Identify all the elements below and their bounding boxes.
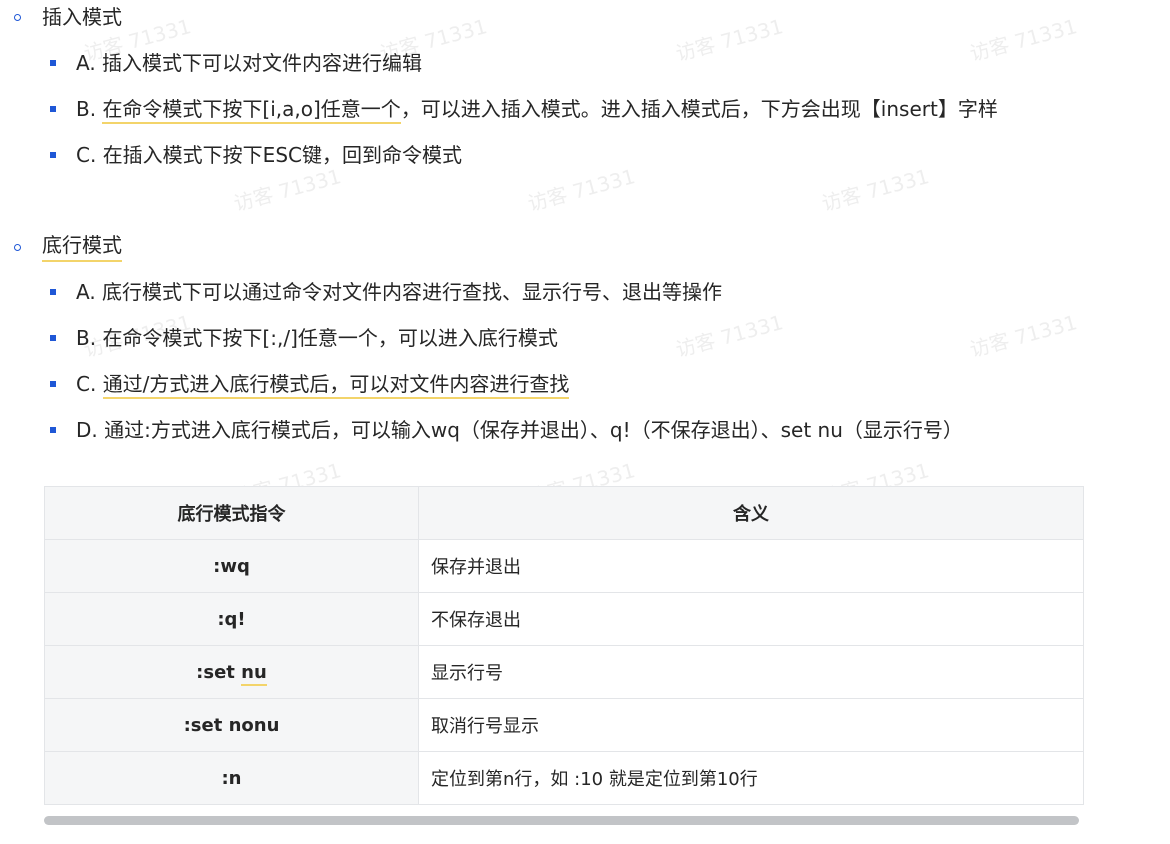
command-table-container: 底行模式指令 含义 :wq 保存并退出 :q! 不保存退出 :set nu 显示… <box>44 486 1084 805</box>
list-item-text: A. 底行模式下可以通过命令对文件内容进行查找、显示行号、退出等操作 <box>76 277 722 307</box>
item-prefix: A. <box>76 280 96 304</box>
insert-mode-heading: 插入模式 <box>0 2 300 32</box>
square-bullet-icon <box>50 106 56 112</box>
meaning-cell: 定位到第n行，如 :10 就是定位到第10行 <box>418 751 1084 805</box>
item-body: 在插入模式下按下ESC键，回到命令模式 <box>102 143 462 167</box>
item-body: 在命令模式下按下[:,/]任意一个，可以进入底行模式 <box>102 326 558 350</box>
list-item: B. 在命令模式下按下[:,/]任意一个，可以进入底行模式 <box>0 323 1170 353</box>
list-item-text: B. 在命令模式下按下[:,/]任意一个，可以进入底行模式 <box>76 323 558 353</box>
item-prefix: C. <box>76 372 97 396</box>
hollow-bullet-icon <box>14 14 21 21</box>
square-bullet-icon <box>50 427 56 433</box>
item-prefix: B. <box>76 326 97 350</box>
section-title: 插入模式 <box>42 5 122 29</box>
table-header-row: 底行模式指令 含义 <box>44 486 1084 540</box>
command-cell: :set nu <box>44 645 419 699</box>
item-body: 通过:方式进入底行模式后，可以输入wq（保存并退出）、q!（不保存退出）、set… <box>104 418 963 442</box>
highlighted-text[interactable]: nu <box>241 661 267 686</box>
item-prefix: D. <box>76 418 98 442</box>
table-header-meaning: 含义 <box>418 486 1084 540</box>
list-item-text: A. 插入模式下可以对文件内容进行编辑 <box>76 48 422 78</box>
list-item-text: B. 在命令模式下按下[i,a,o]任意一个，可以进入插入模式。进入插入模式后，… <box>76 94 998 124</box>
document-page: 访客 71331 访客 71331 访客 71331 访客 71331 访客 7… <box>0 0 1170 844</box>
item-body: ，可以进入插入模式。进入插入模式后，下方会出现【insert】字样 <box>400 97 998 121</box>
square-bullet-icon <box>50 289 56 295</box>
meaning-cell: 保存并退出 <box>418 539 1084 593</box>
command-prefix: :set <box>196 661 242 683</box>
command-cell: :set nonu <box>44 698 419 752</box>
command-cell: :wq <box>44 539 419 593</box>
meaning-cell: 显示行号 <box>418 645 1084 699</box>
item-prefix: C. <box>76 143 97 167</box>
highlighted-text[interactable]: 在命令模式下按下[i,a,o]任意一个 <box>102 97 401 124</box>
hollow-bullet-icon <box>14 244 21 251</box>
meaning-cell: 取消行号显示 <box>418 698 1084 752</box>
item-body: 插入模式下可以对文件内容进行编辑 <box>102 51 423 75</box>
square-bullet-icon <box>50 335 56 341</box>
table-row: :q! 不保存退出 <box>44 592 1084 646</box>
section-title[interactable]: 底行模式 <box>42 232 122 262</box>
list-item-text: D. 通过:方式进入底行模式后，可以输入wq（保存并退出）、q!（不保存退出）、… <box>76 415 963 445</box>
table-row: :set nu 显示行号 <box>44 645 1084 699</box>
square-bullet-icon <box>50 152 56 158</box>
table-row: :wq 保存并退出 <box>44 539 1084 593</box>
list-item: B. 在命令模式下按下[i,a,o]任意一个，可以进入插入模式。进入插入模式后，… <box>0 94 1170 124</box>
command-cell: :q! <box>44 592 419 646</box>
command-cell: :n <box>44 751 419 805</box>
bottom-mode-heading: 底行模式 <box>0 232 300 262</box>
table-row: :n 定位到第n行，如 :10 就是定位到第10行 <box>44 751 1084 805</box>
highlighted-text[interactable]: 通过/方式进入底行模式后，可以对文件内容进行查找 <box>102 372 570 399</box>
square-bullet-icon <box>50 381 56 387</box>
list-item-text: C. 在插入模式下按下ESC键，回到命令模式 <box>76 140 462 170</box>
item-body: 底行模式下可以通过命令对文件内容进行查找、显示行号、退出等操作 <box>102 280 723 304</box>
item-prefix: B. <box>76 97 97 121</box>
list-item: C. 在插入模式下按下ESC键，回到命令模式 <box>0 140 1170 170</box>
item-prefix: A. <box>76 51 96 75</box>
square-bullet-icon <box>50 60 56 66</box>
list-item: A. 底行模式下可以通过命令对文件内容进行查找、显示行号、退出等操作 <box>0 277 1170 307</box>
table-header-command: 底行模式指令 <box>44 486 419 540</box>
table-row: :set nonu 取消行号显示 <box>44 698 1084 752</box>
command-table: 底行模式指令 含义 :wq 保存并退出 :q! 不保存退出 :set nu 显示… <box>44 486 1084 805</box>
list-item: A. 插入模式下可以对文件内容进行编辑 <box>0 48 1170 78</box>
list-item: D. 通过:方式进入底行模式后，可以输入wq（保存并退出）、q!（不保存退出）、… <box>0 415 1170 445</box>
list-item-text: C. 通过/方式进入底行模式后，可以对文件内容进行查找 <box>76 369 570 399</box>
horizontal-scrollbar[interactable] <box>44 816 1079 825</box>
list-item: C. 通过/方式进入底行模式后，可以对文件内容进行查找 <box>0 369 1170 399</box>
meaning-cell: 不保存退出 <box>418 592 1084 646</box>
